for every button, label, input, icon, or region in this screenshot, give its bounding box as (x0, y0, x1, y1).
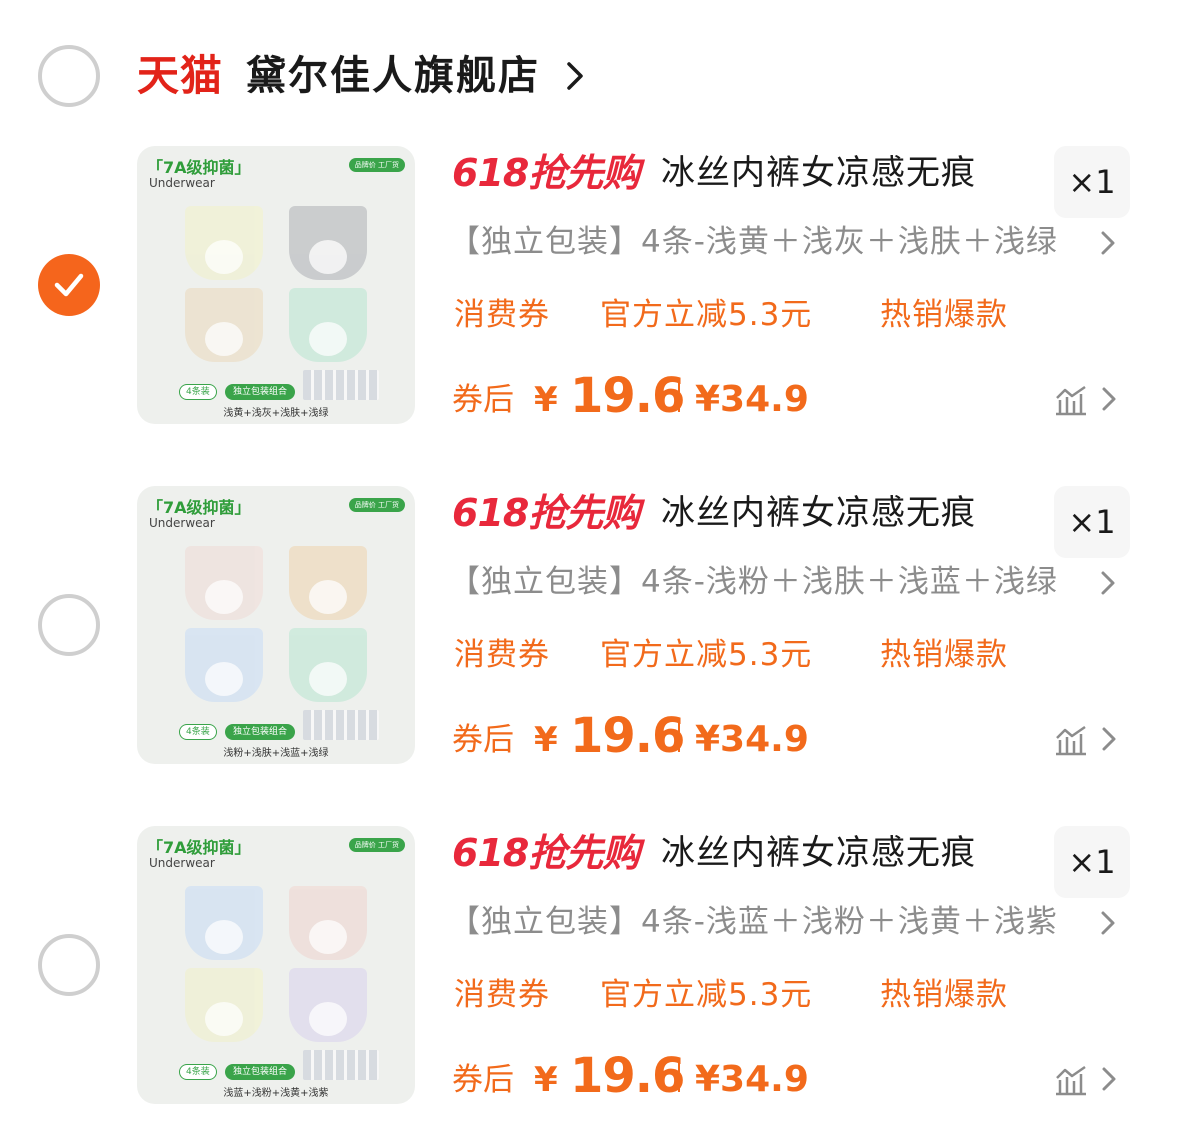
tag-discount: 官方立减5.3元 (600, 297, 813, 333)
thumb-badge-title: 「7A级抑菌」 (147, 838, 251, 857)
thumb-count-pill: 4条装 (179, 1064, 217, 1080)
coupon-price-label: 券后 (452, 382, 514, 418)
original-price: ¥34.9 (695, 1059, 809, 1100)
thumb-badge-tag: 品牌价 工厂货 (348, 158, 405, 172)
chevron-right-icon[interactable] (1099, 384, 1119, 414)
original-price: ¥34.9 (695, 719, 809, 760)
price-divider (678, 722, 680, 752)
chevron-right-icon[interactable] (1099, 724, 1119, 754)
product-swatch (185, 886, 263, 960)
product-swatch (289, 886, 367, 960)
cart-item: 「7A级抑菌」 Underwear 品牌价 工厂货 4条装 独立包装组合 浅蓝+… (0, 826, 1179, 1126)
tag-hot: 热销爆款 (880, 297, 1008, 333)
product-swatch (185, 546, 263, 620)
price-divider (678, 1062, 680, 1092)
product-swatch (289, 546, 367, 620)
sku-selector[interactable]: 【独立包装】4条-浅蓝＋浅粉＋浅黄＋浅紫 (449, 900, 1069, 944)
product-title[interactable]: 冰丝内裤女凉感无痕 (661, 148, 976, 198)
chevron-right-icon[interactable] (1098, 908, 1118, 938)
tag-hot: 热销爆款 (880, 637, 1008, 673)
thumb-mini-packs (303, 1050, 379, 1080)
thumb-count-pill: 4条装 (179, 384, 217, 400)
promo-label: 618抢先购 (452, 831, 640, 875)
coupon-price: 19.6 (570, 1048, 685, 1104)
thumb-badge-tag: 品牌价 工厂货 (348, 498, 405, 512)
thumb-pack-pill: 独立包装组合 (225, 384, 296, 400)
thumb-badge-sub: Underwear (149, 856, 215, 870)
product-swatch (185, 628, 263, 702)
cart-item: 「7A级抑菌」 Underwear 品牌价 工厂货 4条装 独立包装组合 浅粉+… (0, 486, 1179, 786)
chevron-right-icon[interactable] (1098, 568, 1118, 598)
quantity-button[interactable]: ×1 (1054, 486, 1130, 558)
thumb-colors-text: 浅蓝+浅粉+浅黄+浅紫 (223, 1088, 329, 1099)
item-select-radio[interactable] (38, 934, 100, 996)
tag-coupon: 消费券 (454, 297, 550, 333)
promo-label: 618抢先购 (452, 151, 640, 195)
thumb-badge-title: 「7A级抑菌」 (147, 498, 251, 517)
price-trend-icon[interactable] (1054, 724, 1088, 756)
thumb-count-pill: 4条装 (179, 724, 217, 740)
chevron-right-icon[interactable] (1098, 228, 1118, 258)
thumb-colors-text: 浅粉+浅肤+浅蓝+浅绿 (223, 748, 329, 759)
currency-symbol: ¥ (534, 380, 558, 420)
original-price: ¥34.9 (695, 379, 809, 420)
product-swatch (289, 968, 367, 1042)
sku-selector[interactable]: 【独立包装】4条-浅黄＋浅灰＋浅肤＋浅绿 (449, 220, 1069, 264)
currency-symbol: ¥ (534, 720, 558, 760)
item-select-radio-checked[interactable] (38, 254, 100, 316)
product-thumbnail[interactable]: 「7A级抑菌」 Underwear 品牌价 工厂货 4条装 独立包装组合 浅黄+… (137, 146, 415, 424)
sku-selector[interactable]: 【独立包装】4条-浅粉＋浅肤＋浅蓝＋浅绿 (449, 560, 1069, 604)
quantity-button[interactable]: ×1 (1054, 826, 1130, 898)
coupon-price: 19.6 (570, 708, 685, 764)
store-select-radio[interactable] (38, 45, 100, 107)
product-title[interactable]: 冰丝内裤女凉感无痕 (661, 828, 976, 878)
product-swatch (289, 628, 367, 702)
cart-item: 「7A级抑菌」 Underwear 品牌价 工厂货 4条装 独立包装组合 浅黄+… (0, 146, 1179, 446)
check-icon (54, 273, 84, 297)
store-header: 天猫 黛尔佳人旗舰店 (0, 0, 1179, 150)
item-select-radio[interactable] (38, 594, 100, 656)
tmall-logo: 天猫 (137, 51, 224, 100)
product-swatch (289, 206, 367, 280)
thumb-mini-packs (303, 710, 379, 740)
tag-hot: 热销爆款 (880, 977, 1008, 1013)
product-thumbnail[interactable]: 「7A级抑菌」 Underwear 品牌价 工厂货 4条装 独立包装组合 浅蓝+… (137, 826, 415, 1104)
product-thumbnail[interactable]: 「7A级抑菌」 Underwear 品牌价 工厂货 4条装 独立包装组合 浅粉+… (137, 486, 415, 764)
thumb-pack-pill: 独立包装组合 (225, 724, 296, 740)
price-trend-icon[interactable] (1054, 384, 1088, 416)
thumb-colors-text: 浅黄+浅灰+浅肤+浅绿 (223, 408, 329, 419)
product-title[interactable]: 冰丝内裤女凉感无痕 (661, 488, 976, 538)
coupon-price: 19.6 (570, 368, 685, 424)
store-name[interactable]: 黛尔佳人旗舰店 (246, 48, 540, 104)
product-swatch (185, 206, 263, 280)
tag-discount: 官方立减5.3元 (600, 977, 813, 1013)
thumb-badge-tag: 品牌价 工厂货 (348, 838, 405, 852)
thumb-badge-sub: Underwear (149, 176, 215, 190)
quantity-button[interactable]: ×1 (1054, 146, 1130, 218)
tag-coupon: 消费券 (454, 977, 550, 1013)
currency-symbol: ¥ (534, 1060, 558, 1100)
chevron-right-icon[interactable] (1099, 1064, 1119, 1094)
price-divider (678, 382, 680, 412)
thumb-mini-packs (303, 370, 379, 400)
tag-coupon: 消费券 (454, 637, 550, 673)
product-swatch (185, 968, 263, 1042)
chevron-right-icon[interactable] (563, 58, 587, 94)
product-swatch (289, 288, 367, 362)
product-swatch (185, 288, 263, 362)
thumb-badge-sub: Underwear (149, 516, 215, 530)
tag-discount: 官方立减5.3元 (600, 637, 813, 673)
coupon-price-label: 券后 (452, 722, 514, 758)
thumb-pack-pill: 独立包装组合 (225, 1064, 296, 1080)
coupon-price-label: 券后 (452, 1062, 514, 1098)
thumb-badge-title: 「7A级抑菌」 (147, 158, 251, 177)
promo-label: 618抢先购 (452, 491, 640, 535)
price-trend-icon[interactable] (1054, 1064, 1088, 1096)
